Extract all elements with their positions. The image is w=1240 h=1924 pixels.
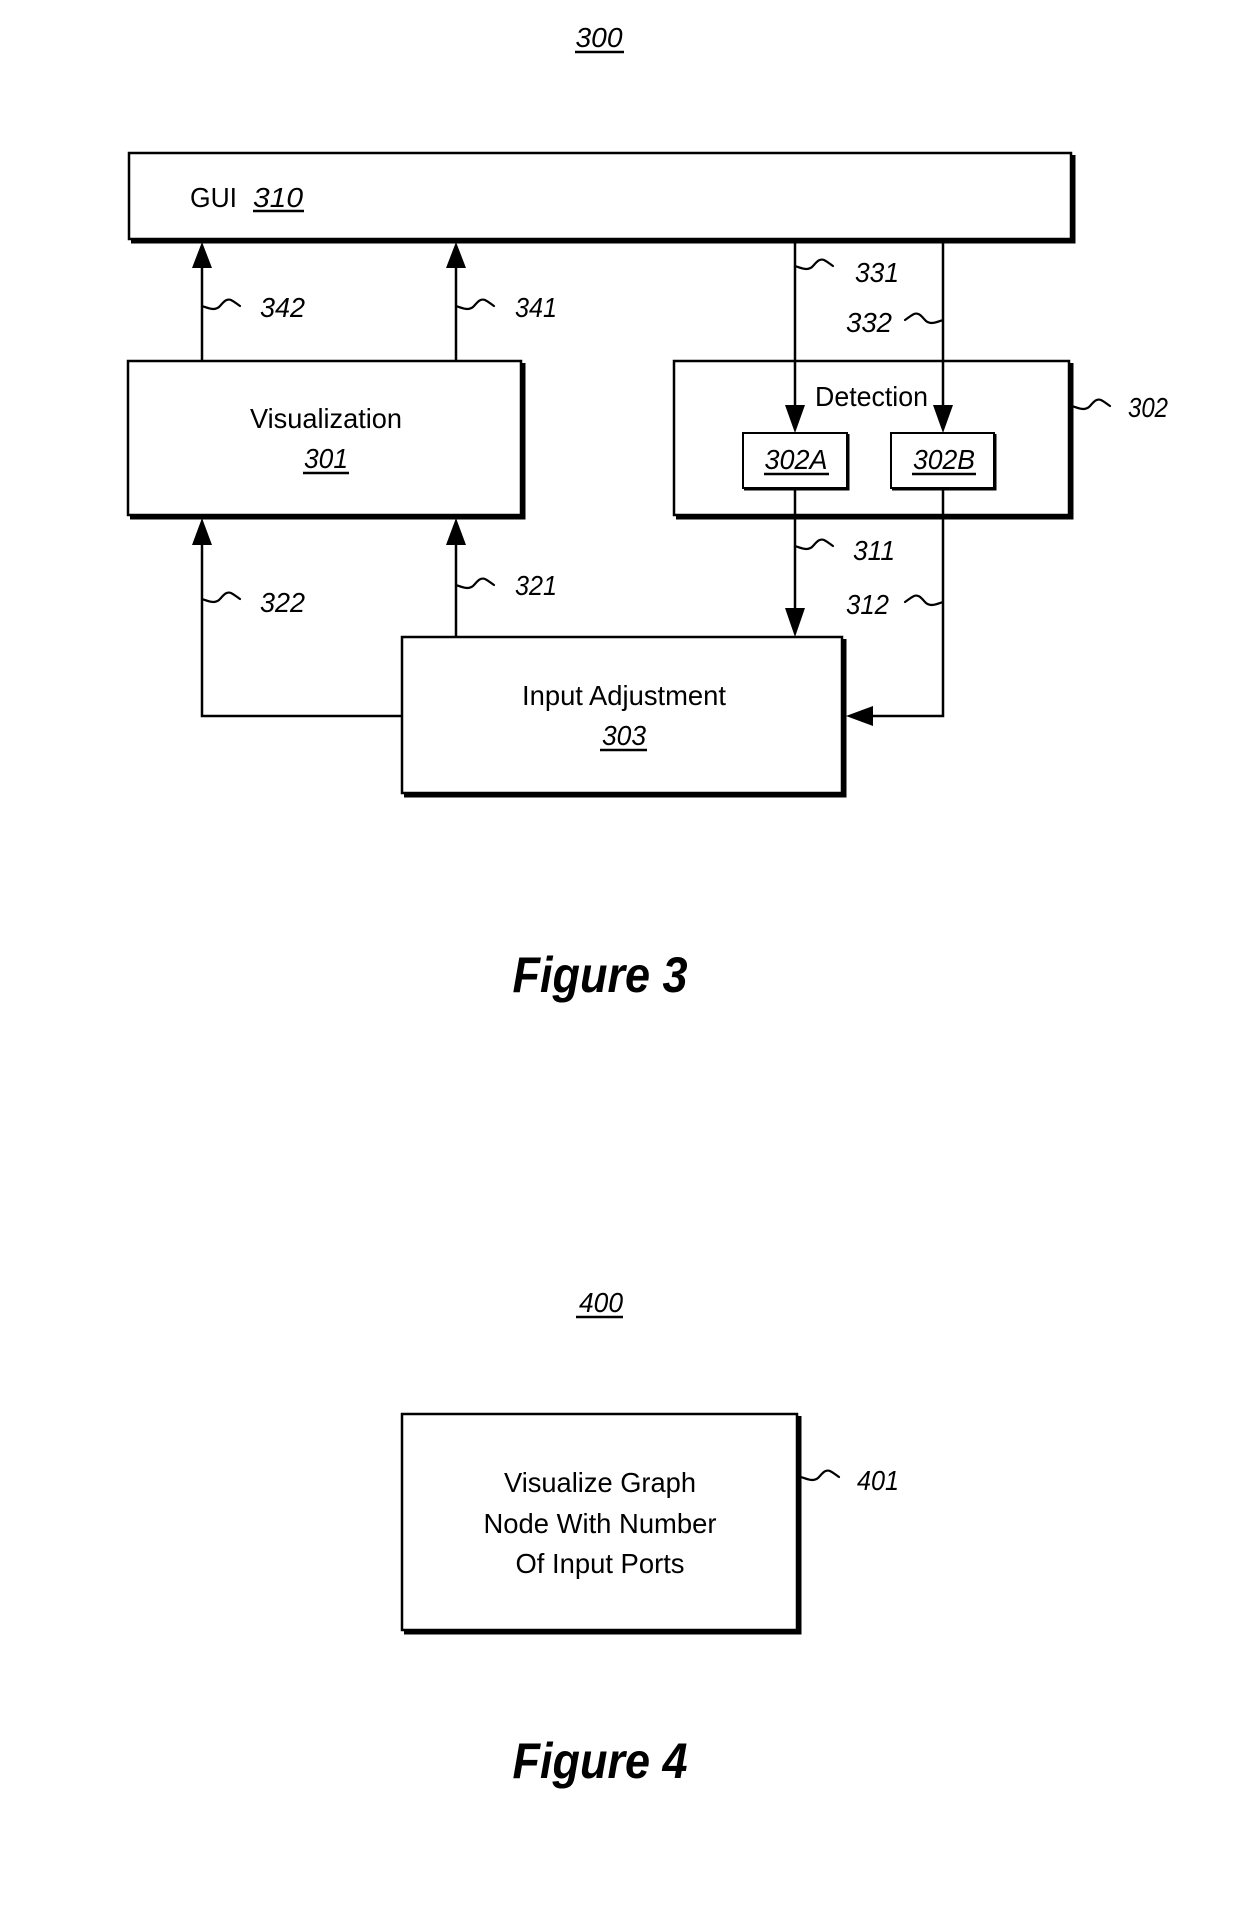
connection-321-ref: 321 <box>515 570 557 601</box>
callout-squiggle-401 <box>799 1469 841 1482</box>
callout-squiggle-302 <box>1070 398 1112 411</box>
callout-squiggle-322 <box>200 591 242 604</box>
step-401-line-1: Visualize Graph <box>504 1467 696 1498</box>
figure-3-ref-number: 300 <box>575 22 624 54</box>
gui-label: GUI <box>190 182 237 213</box>
connection-342: 342 <box>192 242 305 361</box>
connection-322-ref: 322 <box>260 587 305 618</box>
arrowhead-down-icon <box>785 608 805 637</box>
connection-321: 321 <box>446 518 557 637</box>
callout-squiggle-342 <box>200 298 242 311</box>
figure-4: 400 Visualize Graph Node With Number Of … <box>400 1287 899 1789</box>
connector-line <box>200 540 402 718</box>
sub-302b-ref: 302B <box>913 444 975 475</box>
visualization-box-frame <box>126 359 523 517</box>
connection-322: 322 <box>192 518 402 718</box>
gui-ref: 310 <box>253 182 303 213</box>
detection-box: Detection 302A 302B 302 <box>672 359 1168 520</box>
connection-312-ref: 312 <box>846 589 889 620</box>
input-adjustment-box: Input Adjustment 303 <box>400 635 847 798</box>
input-adjustment-box-frame <box>400 635 844 795</box>
patent-drawing-sheet: 300 GUI 310 Visualization 301 Detection <box>126 22 1168 1789</box>
connection-341-ref: 341 <box>515 292 557 323</box>
arrowhead-left-icon <box>846 706 873 726</box>
callout-squiggle-341 <box>454 298 496 311</box>
connection-341: 341 <box>446 242 557 361</box>
connection-311-ref: 311 <box>853 535 895 566</box>
figure-3: 300 GUI 310 Visualization 301 Detection <box>126 22 1168 1003</box>
arrowhead-up-icon <box>446 242 466 268</box>
input-adjustment-ref: 303 <box>602 720 646 751</box>
visualization-ref: 301 <box>304 443 348 474</box>
step-401-ref: 401 <box>857 1465 899 1496</box>
gui-box: GUI 310 <box>127 151 1076 244</box>
sub-302a-ref: 302A <box>765 444 828 475</box>
input-adjustment-label: Input Adjustment <box>522 680 726 711</box>
figure-3-ref-text: 300 <box>576 22 623 53</box>
visualization-label: Visualization <box>250 403 402 434</box>
connection-332-ref: 332 <box>846 307 892 338</box>
visualization-box: Visualization 301 <box>126 359 526 520</box>
callout-squiggle-331 <box>793 258 835 271</box>
arrowhead-up-icon <box>192 518 212 545</box>
callout-squiggle-311 <box>793 538 835 551</box>
connection-312: 312 <box>846 489 945 726</box>
callout-squiggle-321 <box>454 577 496 590</box>
arrowhead-up-icon <box>192 242 212 268</box>
figure-4-ref-text: 400 <box>579 1287 623 1318</box>
figure-4-ref-number: 400 <box>576 1287 623 1319</box>
detection-sub-302a: 302A <box>742 432 850 491</box>
step-401-box: Visualize Graph Node With Number Of Inpu… <box>400 1412 899 1635</box>
detection-sub-302b: 302B <box>890 432 997 491</box>
connection-342-ref: 342 <box>260 292 305 323</box>
step-401-line-3: Of Input Ports <box>516 1548 685 1579</box>
figure-4-caption: Figure 4 <box>513 1733 688 1789</box>
callout-squiggle-332 <box>903 312 945 325</box>
figure-3-caption: Figure 3 <box>513 947 688 1003</box>
connection-331-ref: 331 <box>855 257 899 288</box>
arrowhead-up-icon <box>446 518 466 545</box>
callout-squiggle-312 <box>903 594 945 607</box>
detection-ref: 302 <box>1128 392 1168 423</box>
detection-label: Detection <box>815 381 928 412</box>
step-401-line-2: Node With Number <box>484 1508 717 1539</box>
